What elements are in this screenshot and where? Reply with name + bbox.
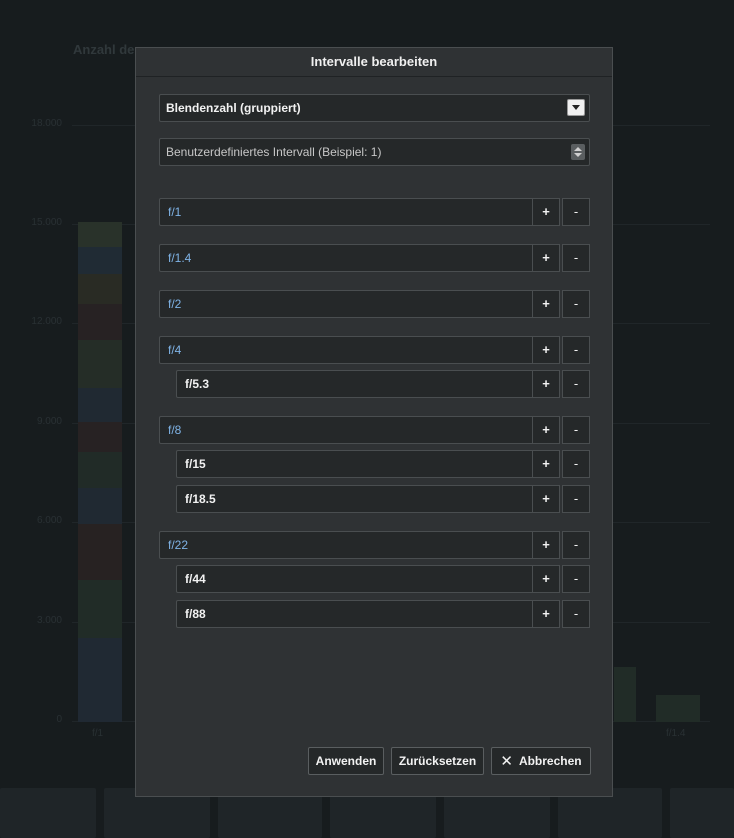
interval-field[interactable]: f/22 (159, 531, 533, 559)
interval-row: f/2 + - (159, 290, 590, 318)
interval-row: f/44 + - (176, 565, 590, 593)
interval-field[interactable]: f/4 (159, 336, 533, 364)
remove-interval-button[interactable]: - (562, 244, 590, 272)
remove-interval-button[interactable]: - (562, 290, 590, 318)
remove-interval-button[interactable]: - (562, 336, 590, 364)
interval-type-select[interactable]: Benutzerdefiniertes Intervall (Beispiel:… (159, 138, 590, 166)
cancel-button[interactable]: ✕ Abbrechen (491, 747, 591, 775)
edit-intervals-dialog: Intervalle bearbeiten Blendenzahl (grupp… (135, 47, 613, 797)
reset-button[interactable]: Zurücksetzen (391, 747, 484, 775)
interval-field[interactable]: f/1 (159, 198, 533, 226)
interval-field[interactable]: f/44 (176, 565, 533, 593)
interval-field[interactable]: f/15 (176, 450, 533, 478)
dialog-title: Intervalle bearbeiten (136, 48, 612, 77)
add-interval-button[interactable]: + (532, 531, 560, 559)
remove-interval-button[interactable]: - (562, 416, 590, 444)
apply-button[interactable]: Anwenden (308, 747, 384, 775)
remove-interval-button[interactable]: - (562, 600, 590, 628)
spinner-arrows-icon[interactable] (571, 144, 585, 160)
interval-field[interactable]: f/88 (176, 600, 533, 628)
interval-row: f/8 + - (159, 416, 590, 444)
interval-field[interactable]: f/18.5 (176, 485, 533, 513)
add-interval-button[interactable]: + (532, 450, 560, 478)
interval-row: f/1 + - (159, 198, 590, 226)
interval-row: f/5.3 + - (176, 370, 590, 398)
interval-field[interactable]: f/5.3 (176, 370, 533, 398)
add-interval-button[interactable]: + (532, 244, 560, 272)
interval-row: f/15 + - (176, 450, 590, 478)
add-interval-button[interactable]: + (532, 416, 560, 444)
add-interval-button[interactable]: + (532, 198, 560, 226)
close-icon: ✕ (500, 753, 513, 770)
interval-field[interactable]: f/1.4 (159, 244, 533, 272)
add-interval-button[interactable]: + (532, 336, 560, 364)
remove-interval-button[interactable]: - (562, 370, 590, 398)
interval-field[interactable]: f/8 (159, 416, 533, 444)
interval-field[interactable]: f/2 (159, 290, 533, 318)
remove-interval-button[interactable]: - (562, 485, 590, 513)
interval-row: f/1.4 + - (159, 244, 590, 272)
add-interval-button[interactable]: + (532, 485, 560, 513)
remove-interval-button[interactable]: - (562, 565, 590, 593)
add-interval-button[interactable]: + (532, 370, 560, 398)
interval-row: f/22 + - (159, 531, 590, 559)
interval-row: f/4 + - (159, 336, 590, 364)
chevron-down-icon[interactable] (567, 99, 585, 116)
interval-row: f/88 + - (176, 600, 590, 628)
add-interval-button[interactable]: + (532, 290, 560, 318)
cancel-button-label: Abbrechen (518, 754, 582, 768)
remove-interval-button[interactable]: - (562, 198, 590, 226)
group-select-value: Blendenzahl (gruppiert) (166, 101, 301, 115)
remove-interval-button[interactable]: - (562, 450, 590, 478)
add-interval-button[interactable]: + (532, 600, 560, 628)
remove-interval-button[interactable]: - (562, 531, 590, 559)
add-interval-button[interactable]: + (532, 565, 560, 593)
interval-row: f/18.5 + - (176, 485, 590, 513)
group-select[interactable]: Blendenzahl (gruppiert) (159, 94, 590, 122)
interval-type-select-value: Benutzerdefiniertes Intervall (Beispiel:… (166, 145, 382, 159)
